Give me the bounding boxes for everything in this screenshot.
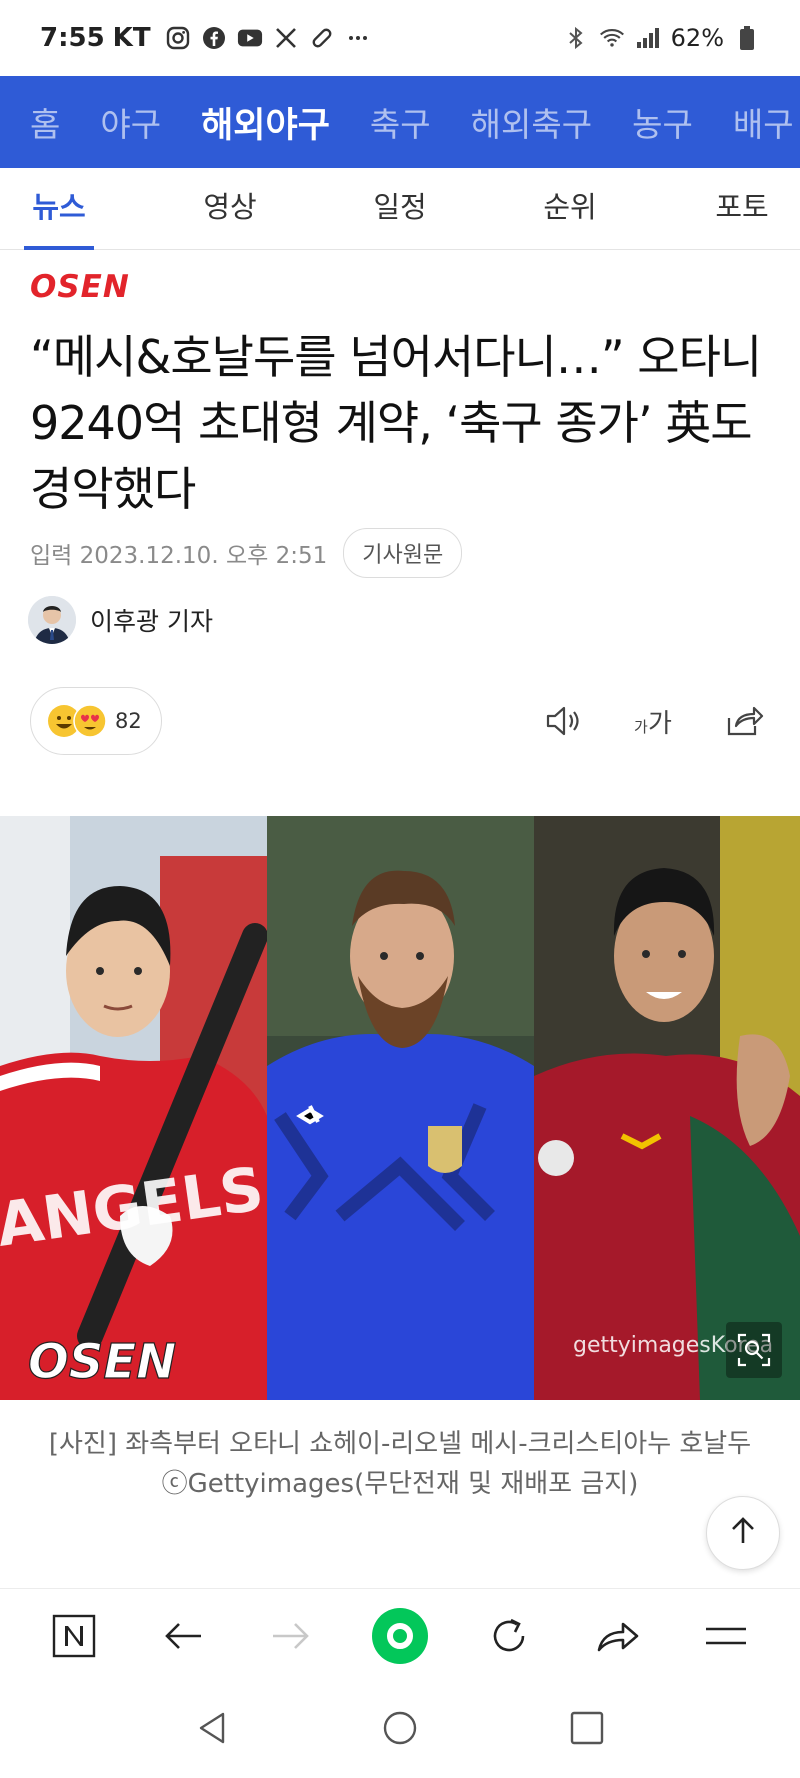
article-tools: 가가 xyxy=(540,692,770,750)
browser-toolbar xyxy=(0,1588,800,1682)
svg-text:가: 가 xyxy=(648,709,672,738)
category-home[interactable]: 홈 xyxy=(0,98,80,146)
reporter-name: 이후광 기자 xyxy=(90,607,213,636)
reaction-button[interactable]: 82 xyxy=(30,687,162,755)
youtube-icon xyxy=(237,25,263,51)
category-soccer[interactable]: 축구 xyxy=(350,98,451,146)
photo-caption: [사진] 좌측부터 오타니 쇼헤이-리오넬 메시-크리스티아누 호날두 ⓒGet… xyxy=(48,1429,752,1499)
reaction-count: 82 xyxy=(115,709,142,733)
article-meta: 입력 2023.12.10. 오후 2:51 기사원문 xyxy=(30,528,463,578)
svg-text:OSEN: OSEN xyxy=(28,1334,176,1390)
battery-percent: 62% xyxy=(670,24,724,52)
article-headline: “메시&호날두를 넘어서다니…” 오타니 9240억 초대형 계약, ‘축구 종… xyxy=(30,330,762,516)
tab-schedule[interactable]: 일정 xyxy=(360,168,440,250)
heart-eyes-emoji-icon xyxy=(73,704,107,738)
reporter-avatar xyxy=(28,596,76,644)
naver-home-icon[interactable] xyxy=(44,1606,104,1666)
menu-icon[interactable] xyxy=(696,1606,756,1666)
category-volleyball[interactable]: 배구 xyxy=(713,98,800,146)
category-nav: 홈 야구 해외야구 축구 해외축구 농구 배구 xyxy=(0,76,800,168)
reporter[interactable]: 이후광 기자 xyxy=(28,596,213,644)
bluetooth-icon xyxy=(563,25,589,51)
status-carrier: KT xyxy=(112,23,151,53)
sub-tabs: 뉴스 영상 일정 순위 포토 xyxy=(0,168,800,250)
press-logo[interactable]: OSEN xyxy=(28,268,168,305)
system-back-icon[interactable] xyxy=(195,1710,231,1750)
arrow-up-icon xyxy=(728,1516,758,1550)
category-overseas-soccer[interactable]: 해외축구 xyxy=(451,98,612,146)
category-baseball[interactable]: 야구 xyxy=(80,98,181,146)
x-icon xyxy=(273,25,299,51)
category-basketball[interactable]: 농구 xyxy=(612,98,713,146)
link-icon xyxy=(309,25,335,51)
tab-video[interactable]: 영상 xyxy=(190,168,270,250)
share-icon[interactable] xyxy=(720,696,770,746)
category-overseas-baseball[interactable]: 해외야구 xyxy=(181,97,350,148)
zoom-icon[interactable] xyxy=(726,1322,782,1378)
signal-icon xyxy=(635,25,661,51)
facebook-icon xyxy=(201,25,227,51)
font-size-icon[interactable]: 가가 xyxy=(630,696,680,746)
tab-news[interactable]: 뉴스 xyxy=(24,168,94,250)
status-bar: 7:55 KT 62% xyxy=(0,0,800,76)
original-article-button[interactable]: 기사원문 xyxy=(343,528,463,578)
green-dot-icon[interactable] xyxy=(370,1606,430,1666)
status-app-icons xyxy=(165,25,371,51)
article-date: 입력 2023.12.10. 오후 2:51 xyxy=(30,543,328,569)
more-icon xyxy=(345,25,371,51)
instagram-icon xyxy=(165,25,191,51)
battery-icon xyxy=(734,25,760,51)
status-right: 62% xyxy=(563,24,760,52)
tab-photo[interactable]: 포토 xyxy=(702,168,782,250)
wifi-icon xyxy=(599,25,625,51)
tab-standings[interactable]: 순위 xyxy=(530,168,610,250)
svg-text:가: 가 xyxy=(634,718,648,736)
forward-icon[interactable] xyxy=(261,1606,321,1666)
article-photo[interactable]: ANGELS OSEN gettyimagesKorea xyxy=(0,816,800,1400)
refresh-icon[interactable] xyxy=(479,1606,539,1666)
system-recents-icon[interactable] xyxy=(569,1710,605,1750)
speaker-icon[interactable] xyxy=(540,696,590,746)
svg-text:OSEN: OSEN xyxy=(30,269,130,302)
system-nav xyxy=(0,1682,800,1778)
back-icon[interactable] xyxy=(153,1606,213,1666)
status-time: 7:55 xyxy=(40,23,105,53)
system-home-icon[interactable] xyxy=(382,1710,418,1750)
scroll-top-button[interactable] xyxy=(706,1496,780,1570)
share-arrow-icon[interactable] xyxy=(587,1606,647,1666)
